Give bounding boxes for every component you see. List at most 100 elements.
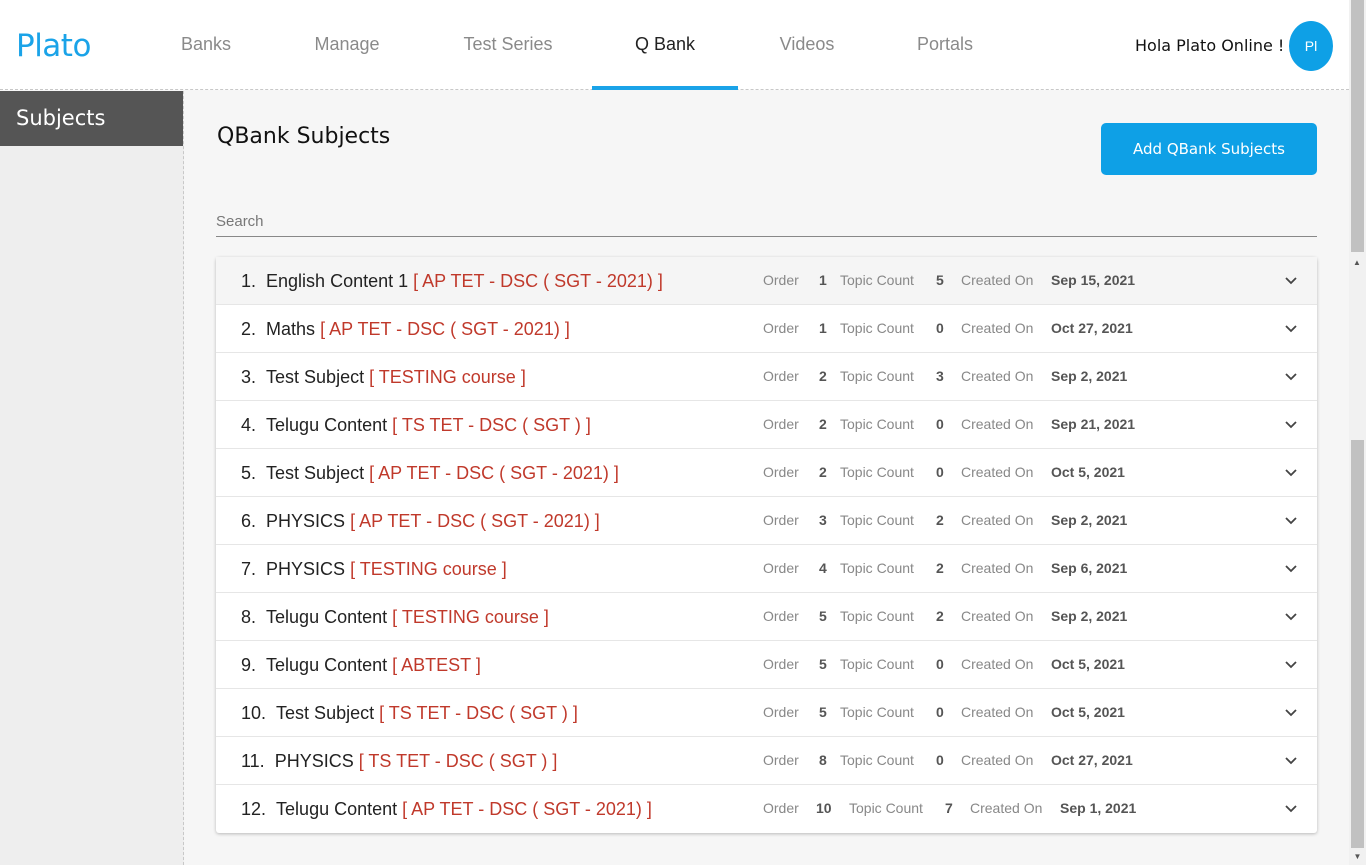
created-on-value: Sep 15, 2021 bbox=[1051, 272, 1136, 288]
chevron-down-icon[interactable] bbox=[1283, 416, 1299, 432]
topic-count-label: Topic Count bbox=[840, 512, 914, 528]
chevron-down-icon[interactable] bbox=[1283, 800, 1299, 816]
scroll-down-icon[interactable]: ▼ bbox=[1349, 848, 1366, 865]
add-qbank-subjects-button[interactable]: Add QBank Subjects bbox=[1101, 123, 1317, 175]
subject-name: Telugu Content bbox=[266, 415, 388, 435]
topic-count-label: Topic Count bbox=[840, 368, 914, 384]
created-on-value: Sep 1, 2021 bbox=[1060, 800, 1137, 816]
chevron-down-icon[interactable] bbox=[1283, 560, 1299, 576]
list-item[interactable]: 7. PHYSICS [ TESTING course ] Order 4 Topic… bbox=[216, 545, 1317, 593]
subject-number: 4. bbox=[241, 415, 257, 435]
chevron-down-icon[interactable] bbox=[1283, 608, 1299, 624]
sidebar-item-subjects[interactable]: Subjects bbox=[0, 91, 183, 146]
list-item[interactable]: 2. Maths [ AP TET - DSC ( SGT - 2021) ] O… bbox=[216, 305, 1317, 353]
subject-title: 1. English Content 1 [ AP TET - DSC ( SG… bbox=[241, 257, 663, 305]
list-item[interactable]: 4. Telugu Content [ TS TET - DSC ( SGT )… bbox=[216, 401, 1317, 449]
order-value: 5 bbox=[819, 608, 827, 624]
subject-number: 2. bbox=[241, 319, 257, 339]
topic-count-value: 2 bbox=[936, 560, 944, 576]
subject-title: 3. Test Subject [ TESTING course ] bbox=[241, 353, 526, 401]
list-item[interactable]: 3. Test Subject [ TESTING course ] Order 2… bbox=[216, 353, 1317, 401]
subject-title: 8. Telugu Content [ TESTING course ] bbox=[241, 593, 549, 641]
order-label: Order bbox=[763, 752, 799, 768]
topic-count-value: 0 bbox=[936, 320, 944, 336]
nav-test-series[interactable]: Test Series bbox=[446, 0, 570, 90]
subject-title: 9. Telugu Content [ ABTEST ] bbox=[241, 641, 481, 689]
list-item[interactable]: 6. PHYSICS [ AP TET - DSC ( SGT - 2021) … bbox=[216, 497, 1317, 545]
order-value: 2 bbox=[819, 368, 827, 384]
created-on-value: Sep 2, 2021 bbox=[1051, 608, 1128, 624]
avatar[interactable]: Pl bbox=[1289, 21, 1333, 71]
app-logo[interactable]: Plato bbox=[16, 28, 91, 64]
nav-portals[interactable]: Portals bbox=[898, 0, 992, 90]
created-on-value: Sep 2, 2021 bbox=[1051, 368, 1128, 384]
subject-title: 4. Telugu Content [ TS TET - DSC ( SGT )… bbox=[241, 401, 591, 449]
chevron-down-icon[interactable] bbox=[1283, 512, 1299, 528]
topic-count-value: 0 bbox=[936, 704, 944, 720]
subject-title: 11. PHYSICS [ TS TET - DSC ( SGT ) ] bbox=[241, 737, 557, 785]
subject-number: 11. bbox=[241, 751, 265, 771]
topic-count-label: Topic Count bbox=[840, 320, 914, 336]
topic-count-label: Topic Count bbox=[840, 752, 914, 768]
created-on-value: Sep 21, 2021 bbox=[1051, 416, 1136, 432]
order-label: Order bbox=[763, 704, 799, 720]
subject-number: 12. bbox=[241, 799, 267, 819]
topic-count-value: 0 bbox=[936, 464, 944, 480]
nav-banks[interactable]: Banks bbox=[160, 0, 252, 90]
subject-number: 8. bbox=[241, 607, 257, 627]
scrollbar-track-segment bbox=[1351, 0, 1364, 252]
created-on-value: Oct 5, 2021 bbox=[1051, 656, 1125, 672]
subject-number: 5. bbox=[241, 463, 257, 483]
created-on-value: Sep 6, 2021 bbox=[1051, 560, 1128, 576]
list-item[interactable]: 9. Telugu Content [ ABTEST ] Order 5 Topic … bbox=[216, 641, 1317, 689]
nav-manage[interactable]: Manage bbox=[290, 0, 404, 90]
chevron-down-icon[interactable] bbox=[1283, 464, 1299, 480]
subject-course: [ AP TET - DSC ( SGT - 2021) ] bbox=[402, 799, 652, 819]
nav-q-bank[interactable]: Q Bank bbox=[592, 0, 738, 90]
list-item[interactable]: 1. English Content 1 [ AP TET - DSC ( SG… bbox=[216, 257, 1317, 305]
search-input[interactable] bbox=[216, 206, 1317, 237]
list-item[interactable]: 11. PHYSICS [ TS TET - DSC ( SGT ) ] Orde… bbox=[216, 737, 1317, 785]
subject-title: 5. Test Subject [ AP TET - DSC ( SGT - 2… bbox=[241, 449, 619, 497]
page-title: QBank Subjects bbox=[217, 124, 391, 149]
list-item[interactable]: 12. Telugu Content [ AP TET - DSC ( SGT … bbox=[216, 785, 1317, 833]
top-header: Plato Banks Manage Test Series Q Bank Vi… bbox=[0, 0, 1349, 90]
order-label: Order bbox=[763, 656, 799, 672]
scrollbar-thumb[interactable] bbox=[1351, 440, 1364, 848]
scroll-up-icon[interactable]: ▲ bbox=[1353, 258, 1361, 267]
nav-videos[interactable]: Videos bbox=[762, 0, 852, 90]
subject-number: 6. bbox=[241, 511, 257, 531]
chevron-down-icon[interactable] bbox=[1283, 704, 1299, 720]
list-item[interactable]: 5. Test Subject [ AP TET - DSC ( SGT - 2… bbox=[216, 449, 1317, 497]
order-label: Order bbox=[763, 512, 799, 528]
subject-course: [ AP TET - DSC ( SGT - 2021) ] bbox=[413, 271, 663, 291]
subject-name: Telugu Content bbox=[276, 799, 398, 819]
subject-number: 7. bbox=[241, 559, 257, 579]
page-scrollbar[interactable]: ▲ ▼ bbox=[1349, 0, 1366, 865]
created-on-value: Oct 27, 2021 bbox=[1051, 320, 1133, 336]
chevron-down-icon[interactable] bbox=[1283, 368, 1299, 384]
created-on-value: Oct 27, 2021 bbox=[1051, 752, 1133, 768]
subject-title: 6. PHYSICS [ AP TET - DSC ( SGT - 2021) … bbox=[241, 497, 600, 545]
topic-count-label: Topic Count bbox=[840, 656, 914, 672]
subject-name: Test Subject bbox=[276, 703, 375, 723]
order-label: Order bbox=[763, 416, 799, 432]
list-item[interactable]: 8. Telugu Content [ TESTING course ] Orde… bbox=[216, 593, 1317, 641]
subject-course: [ TS TET - DSC ( SGT ) ] bbox=[379, 703, 578, 723]
topic-count-label: Topic Count bbox=[840, 704, 914, 720]
order-value: 1 bbox=[819, 320, 827, 336]
topic-count-label: Topic Count bbox=[840, 272, 914, 288]
subject-name: PHYSICS bbox=[266, 559, 351, 579]
topic-count-value: 3 bbox=[936, 368, 944, 384]
subject-name: PHYSICS bbox=[266, 511, 351, 531]
subject-course: [ TESTING course ] bbox=[369, 367, 526, 387]
chevron-down-icon[interactable] bbox=[1283, 272, 1299, 288]
chevron-down-icon[interactable] bbox=[1283, 752, 1299, 768]
subject-name: English Content 1 bbox=[266, 271, 409, 291]
chevron-down-icon[interactable] bbox=[1283, 320, 1299, 336]
subject-list: 1. English Content 1 [ AP TET - DSC ( SG… bbox=[216, 257, 1317, 833]
subject-name: Test Subject bbox=[266, 463, 365, 483]
chevron-down-icon[interactable] bbox=[1283, 656, 1299, 672]
list-item[interactable]: 10. Test Subject [ TS TET - DSC ( SGT ) … bbox=[216, 689, 1317, 737]
created-on-label: Created On bbox=[961, 416, 1034, 432]
